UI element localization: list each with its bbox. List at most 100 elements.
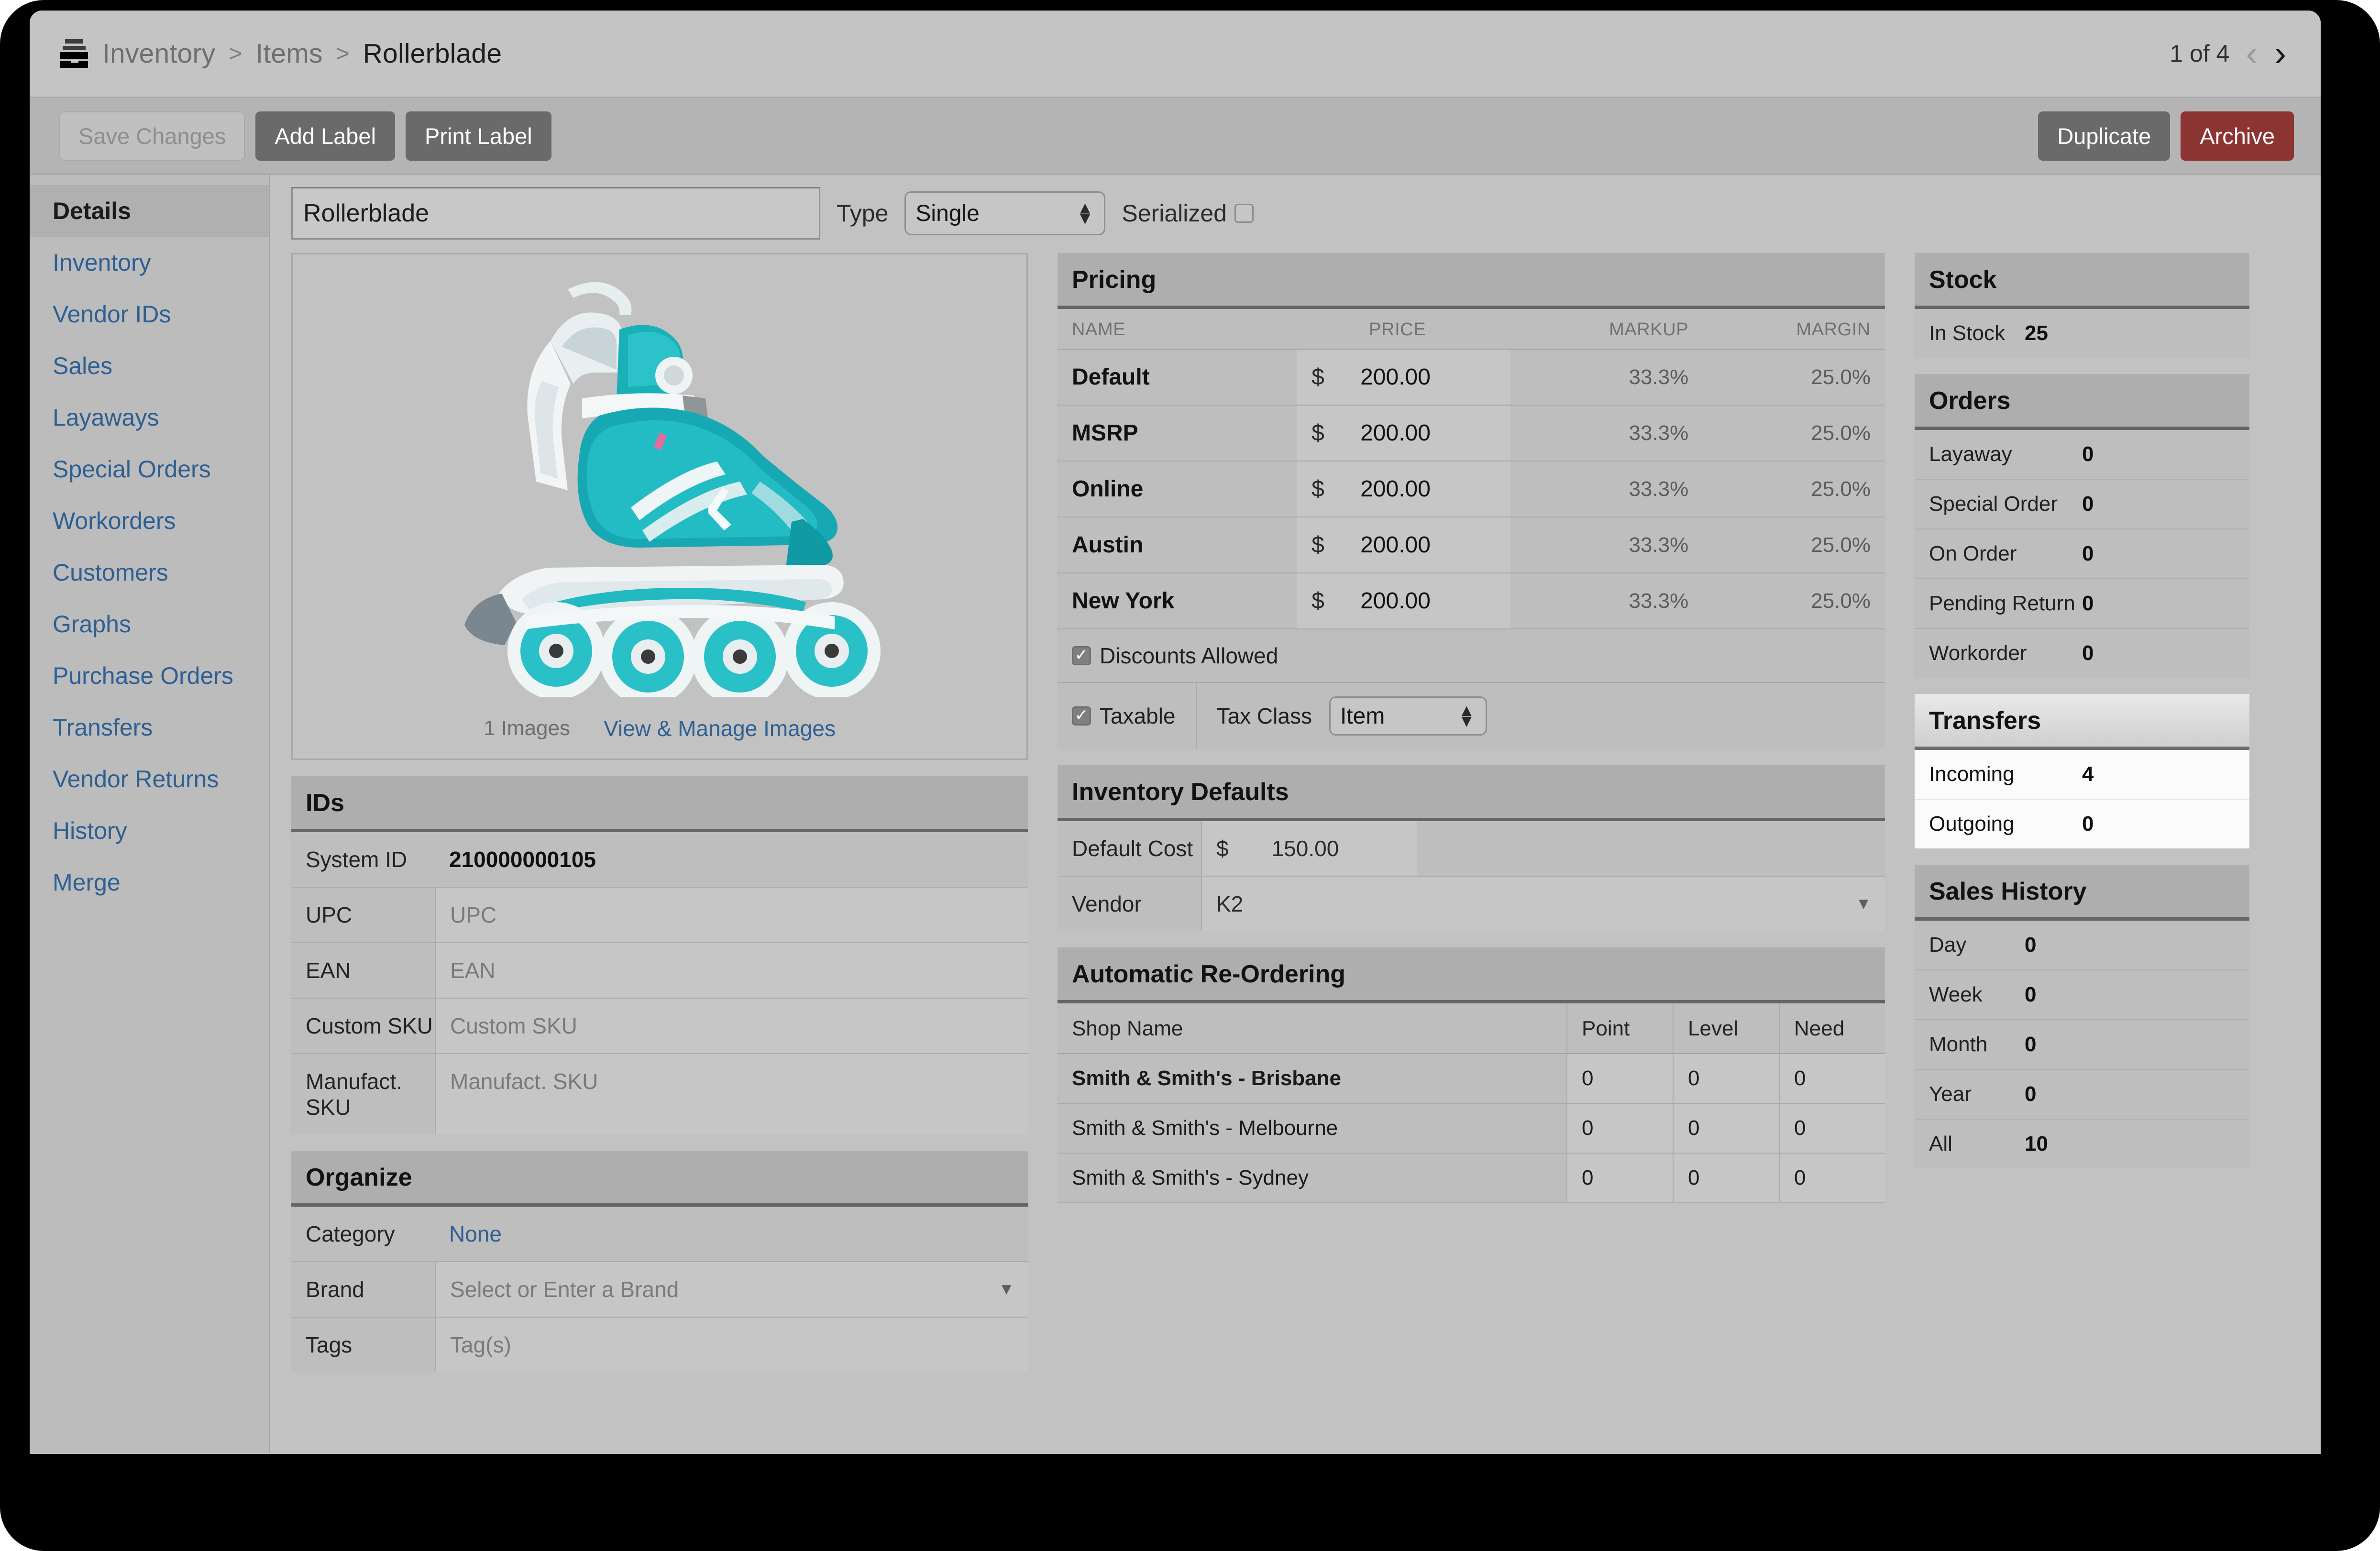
point-input[interactable]: 0 <box>1567 1054 1673 1103</box>
reordering-header-row: Shop Name Point Level Need <box>1058 1003 1885 1054</box>
serialized-field[interactable]: Serialized <box>1122 199 1254 227</box>
breadcrumb: Inventory > Items > Rollerblade <box>30 38 502 69</box>
sales-history-row-week: Week 0 <box>1915 970 2249 1020</box>
default-cost-input[interactable]: $ 150.00 <box>1201 821 1417 876</box>
inventory-defaults-panel: Inventory Defaults Default Cost $ 150.00 <box>1058 765 1885 931</box>
orders-title: Orders <box>1915 374 2249 430</box>
table-row: Online $ 200.00 33.3% 25.0% <box>1058 461 1885 517</box>
save-changes-button[interactable]: Save Changes <box>59 111 245 161</box>
taxable-checkbox[interactable] <box>1072 706 1091 726</box>
item-name-input[interactable] <box>291 187 820 240</box>
markup-value: 33.3% <box>1510 573 1703 629</box>
price-name: Austin <box>1058 517 1297 573</box>
chevron-right-icon[interactable]: › <box>2274 39 2286 68</box>
sidebar-item-customers[interactable]: Customers <box>30 547 269 598</box>
ids-row-custom-sku[interactable]: Custom SKU Custom SKU <box>291 999 1028 1054</box>
sidebar-item-details[interactable]: Details <box>30 185 269 237</box>
print-label-button[interactable]: Print Label <box>406 111 551 161</box>
ean-input[interactable]: EAN <box>435 943 1028 998</box>
sidebar-item-transfers[interactable]: Transfers <box>30 702 269 753</box>
organize-panel-title: Organize <box>291 1151 1028 1207</box>
brand-select[interactable]: Select or Enter a Brand▼ <box>435 1262 1028 1317</box>
price-input[interactable]: 200.00 <box>1355 349 1510 405</box>
in-stock-label: In Stock <box>1929 321 2025 345</box>
orders-value: 0 <box>2082 442 2094 466</box>
tags-input[interactable]: Tag(s) <box>435 1318 1028 1372</box>
price-input[interactable]: 200.00 <box>1355 517 1510 573</box>
sidebar-item-purchase-orders[interactable]: Purchase Orders <box>30 650 269 702</box>
sidebar-item-workorders[interactable]: Workorders <box>30 495 269 547</box>
chevron-down-icon: ▼ <box>998 1280 1014 1299</box>
breadcrumb-item-items[interactable]: Items <box>255 38 322 69</box>
sidebar-item-inventory[interactable]: Inventory <box>30 237 269 288</box>
pricing-col-margin: MARGIN <box>1703 309 1885 349</box>
stepper-arrows-icon: ▲▼ <box>1458 705 1475 727</box>
sidebar-item-history[interactable]: History <box>30 805 269 857</box>
breadcrumb-item-inventory[interactable]: Inventory <box>102 38 215 69</box>
add-label-button[interactable]: Add Label <box>255 111 395 161</box>
transfers-panel[interactable]: Transfers Incoming 4 Outgoing 0 <box>1915 694 2249 848</box>
table-row: Austin $ 200.00 33.3% 25.0% <box>1058 517 1885 573</box>
type-select[interactable]: Single ▲▼ <box>904 191 1105 235</box>
image-count: 1 Images <box>484 716 570 740</box>
ids-row-ean[interactable]: EAN EAN <box>291 943 1028 999</box>
point-input[interactable]: 0 <box>1567 1153 1673 1203</box>
archive-button[interactable]: Archive <box>2181 111 2294 161</box>
sidebar-item-vendor-returns[interactable]: Vendor Returns <box>30 753 269 805</box>
transfers-label: Outgoing <box>1929 812 2082 836</box>
orders-label: Workorder <box>1929 641 2082 665</box>
tax-class-select[interactable]: Item ▲▼ <box>1329 696 1487 736</box>
orders-label: Pending Return <box>1929 592 2082 616</box>
discounts-allowed-row[interactable]: Discounts Allowed <box>1058 629 1885 683</box>
view-manage-images-link[interactable]: View & Manage Images <box>604 715 836 741</box>
vendor-row[interactable]: Vendor K2▼ <box>1058 877 1885 931</box>
level-input[interactable]: 0 <box>1673 1153 1779 1203</box>
price-input[interactable]: 200.00 <box>1355 461 1510 517</box>
orders-label: Special Order <box>1929 492 2082 516</box>
col-shop-name: Shop Name <box>1058 1003 1567 1054</box>
type-select-value: Single <box>915 200 979 227</box>
sidebar-item-special-orders[interactable]: Special Orders <box>30 443 269 495</box>
chevron-down-icon: ▼ <box>1855 895 1872 913</box>
discounts-allowed-checkbox[interactable] <box>1072 646 1091 665</box>
need-value: 0 <box>1779 1153 1885 1203</box>
orders-panel: Orders Layaway 0 Special Order 0 On Orde… <box>1915 374 2249 678</box>
app-body: Details Inventory Vendor IDs Sales Layaw… <box>30 175 2321 1454</box>
ids-label: Custom SKU <box>291 999 435 1053</box>
sidebar-item-graphs[interactable]: Graphs <box>30 598 269 650</box>
price-input[interactable]: 200.00 <box>1355 405 1510 461</box>
item-header-row: Type Single ▲▼ Serialized <box>291 187 2309 240</box>
manufact-sku-input[interactable]: Manufact. SKU <box>435 1054 1028 1134</box>
upc-input[interactable]: UPC <box>435 888 1028 942</box>
orders-row-pending-return: Pending Return 0 <box>1915 579 2249 629</box>
price-input[interactable]: 200.00 <box>1355 573 1510 629</box>
serialized-checkbox[interactable] <box>1234 204 1254 223</box>
level-input[interactable]: 0 <box>1673 1054 1779 1103</box>
custom-sku-input[interactable]: Custom SKU <box>435 999 1028 1053</box>
sidebar-item-sales[interactable]: Sales <box>30 340 269 392</box>
organize-row-tags[interactable]: Tags Tag(s) <box>291 1318 1028 1372</box>
transfers-row-outgoing[interactable]: Outgoing 0 <box>1915 800 2249 848</box>
main-content: Type Single ▲▼ Serialized <box>270 175 2321 1454</box>
sidebar-item-vendor-ids[interactable]: Vendor IDs <box>30 288 269 340</box>
serialized-label: Serialized <box>1122 199 1227 227</box>
orders-row-special-order: Special Order 0 <box>1915 480 2249 529</box>
sales-history-value: 0 <box>2025 1033 2036 1056</box>
ids-row-manufact-sku[interactable]: Manufact. SKU Manufact. SKU <box>291 1054 1028 1134</box>
vendor-select[interactable]: K2▼ <box>1201 877 1885 931</box>
shop-name: Smith & Smith's - Brisbane <box>1058 1054 1567 1103</box>
organize-row-category: Category None <box>291 1207 1028 1262</box>
ids-panel: IDs System ID 210000000105 UPC UPC EAN <box>291 776 1028 1134</box>
organize-row-brand[interactable]: Brand Select or Enter a Brand▼ <box>291 1262 1028 1318</box>
sidebar-item-layaways[interactable]: Layaways <box>30 392 269 443</box>
duplicate-button[interactable]: Duplicate <box>2038 111 2170 161</box>
category-value-link[interactable]: None <box>435 1207 1028 1261</box>
ids-row-upc[interactable]: UPC UPC <box>291 888 1028 943</box>
transfers-row-incoming[interactable]: Incoming 4 <box>1915 750 2249 800</box>
point-input[interactable]: 0 <box>1567 1103 1673 1153</box>
record-pager: 1 of 4 ‹ › <box>2170 39 2321 68</box>
sidebar-item-merge[interactable]: Merge <box>30 857 269 908</box>
markup-value: 33.3% <box>1510 349 1703 405</box>
level-input[interactable]: 0 <box>1673 1103 1779 1153</box>
chevron-left-icon[interactable]: ‹ <box>2246 39 2258 68</box>
